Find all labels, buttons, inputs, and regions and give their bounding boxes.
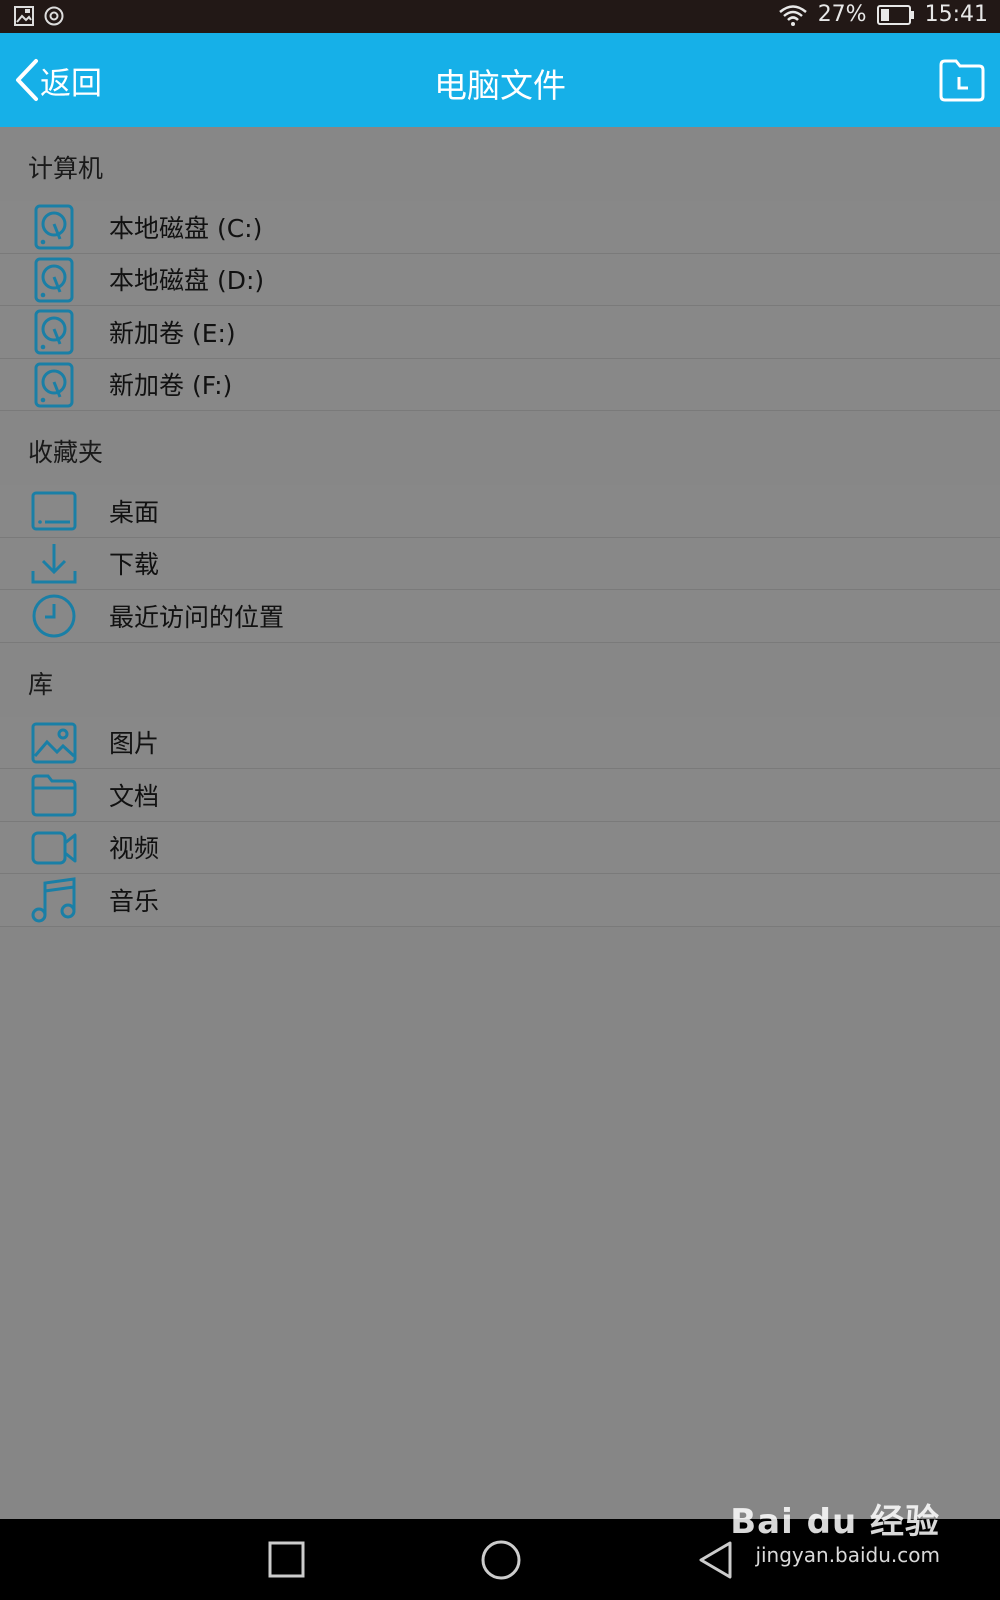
downloads-item[interactable]: 下载 bbox=[0, 537, 1000, 590]
app-notification-icon bbox=[44, 6, 64, 26]
list-item-label: 桌面 bbox=[109, 497, 160, 527]
download-icon bbox=[31, 543, 77, 583]
pictures-item[interactable]: 图片 bbox=[0, 716, 1000, 769]
watermark-url: jingyan.baidu.com bbox=[755, 1543, 940, 1567]
battery-icon bbox=[876, 4, 914, 25]
list-item-label: 新加卷 (F:) bbox=[109, 371, 233, 401]
status-bar: 27% 15:41 bbox=[0, 0, 1000, 33]
section-header-computer: 计算机 bbox=[0, 127, 1000, 201]
list-item-label: 音乐 bbox=[109, 886, 160, 916]
watermark-brand: Bai du 经验 bbox=[730, 1502, 940, 1542]
section-header-favorites: 收藏夹 bbox=[0, 411, 1000, 485]
hard-drive-icon bbox=[34, 362, 74, 407]
hard-drive-icon bbox=[34, 309, 74, 355]
drive-d-item[interactable]: 本地磁盘 (D:) bbox=[0, 253, 1000, 306]
title-bar: 返回 电脑文件 bbox=[0, 33, 1000, 127]
file-browser-list: 计算机 本地磁盘 (C:) 本地磁盘 (D:) 新加卷 (E:) 新加卷 (F:… bbox=[0, 127, 1000, 1519]
desktop-icon bbox=[31, 491, 77, 531]
section-header-library: 库 bbox=[0, 642, 1000, 717]
video-icon bbox=[31, 831, 77, 864]
list-item-label: 下载 bbox=[109, 550, 160, 580]
drive-f-item[interactable]: 新加卷 (F:) bbox=[0, 358, 1000, 411]
folder-icon bbox=[31, 774, 77, 817]
list-item-label: 本地磁盘 (C:) bbox=[109, 213, 263, 243]
recent-folder-icon[interactable] bbox=[938, 57, 986, 103]
home-button[interactable] bbox=[480, 1539, 522, 1581]
desktop-item[interactable]: 桌面 bbox=[0, 485, 1000, 538]
recent-places-item[interactable]: 最近访问的位置 bbox=[0, 590, 1000, 643]
image-icon bbox=[31, 722, 77, 763]
page-title: 电脑文件 bbox=[434, 66, 566, 105]
list-item-label: 最近访问的位置 bbox=[109, 602, 285, 632]
list-item-label: 本地磁盘 (D:) bbox=[109, 266, 265, 296]
battery-percent: 27% bbox=[817, 2, 867, 27]
music-icon bbox=[31, 877, 76, 923]
list-item-label: 新加卷 (E:) bbox=[109, 318, 236, 348]
clock-icon bbox=[32, 594, 76, 638]
list-item-label: 文档 bbox=[109, 781, 160, 811]
hard-drive-icon bbox=[34, 257, 74, 302]
music-item[interactable]: 音乐 bbox=[0, 874, 1000, 927]
list-item-label: 视频 bbox=[109, 834, 160, 864]
gallery-notification-icon bbox=[14, 6, 34, 26]
clock-time: 15:41 bbox=[924, 2, 988, 27]
recent-apps-button[interactable] bbox=[266, 1539, 308, 1581]
drive-e-item[interactable]: 新加卷 (E:) bbox=[0, 306, 1000, 359]
documents-item[interactable]: 文档 bbox=[0, 769, 1000, 822]
baidu-watermark: Bai du 经验 jingyan.baidu.com bbox=[730, 1494, 940, 1567]
hard-drive-icon bbox=[34, 204, 74, 250]
list-item-label: 图片 bbox=[109, 729, 160, 759]
videos-item[interactable]: 视频 bbox=[0, 821, 1000, 874]
drive-c-item[interactable]: 本地磁盘 (C:) bbox=[0, 201, 1000, 254]
wifi-icon bbox=[778, 4, 807, 26]
